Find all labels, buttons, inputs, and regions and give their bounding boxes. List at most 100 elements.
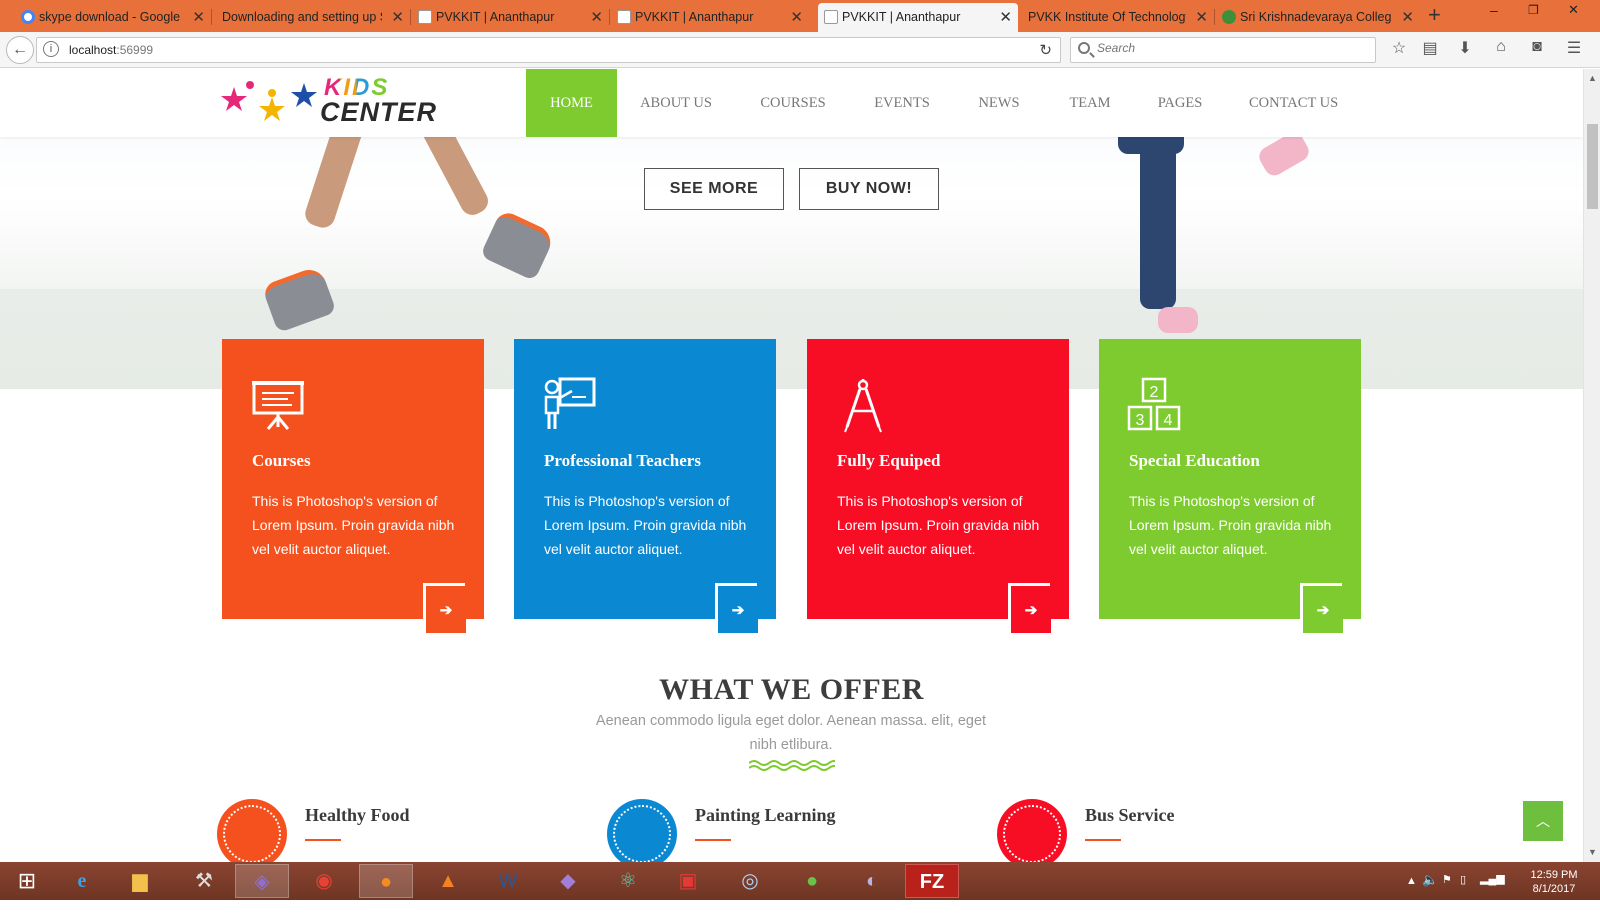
presentation-board-icon: [252, 381, 304, 430]
taskbar-clock[interactable]: 12:59 PM 8/1/2017: [1524, 868, 1584, 896]
scroll-to-top-button[interactable]: ︿: [1523, 801, 1563, 841]
clock-date: 8/1/2017: [1532, 883, 1576, 895]
food-icon: [217, 799, 287, 862]
close-icon[interactable]: ✕: [1401, 3, 1414, 32]
new-tab-button[interactable]: +: [1428, 2, 1441, 28]
scroll-down-arrow-icon[interactable]: ▼: [1588, 847, 1597, 857]
menu-contact-us[interactable]: CONTACT US: [1249, 69, 1338, 137]
offer-underline: [305, 839, 341, 841]
close-icon[interactable]: ✕: [192, 3, 205, 32]
visual-studio-icon[interactable]: ◈: [235, 864, 289, 898]
chrome-icon[interactable]: ◉: [297, 864, 351, 898]
feature-text: This is Photoshop's version of Lorem Ips…: [1129, 493, 1332, 557]
page-scrollbar[interactable]: ▲ ▼: [1583, 69, 1600, 862]
search-icon: [1078, 42, 1090, 54]
green-orb-icon[interactable]: ●: [785, 864, 839, 898]
tab-skype-download[interactable]: skype download - Google ✕: [15, 3, 211, 32]
menu-home[interactable]: HOME: [526, 69, 617, 137]
search-input[interactable]: [1097, 41, 1357, 55]
battery-icon[interactable]: ▯: [1460, 873, 1466, 911]
feature-text: This is Photoshop's version of Lorem Ips…: [252, 493, 455, 557]
visual-studio-code-icon[interactable]: ◆: [541, 864, 595, 898]
windows-start-icon[interactable]: ⊞: [0, 864, 54, 898]
flag-icon[interactable]: ⚑: [1442, 873, 1452, 911]
feature-text: This is Photoshop's version of Lorem Ips…: [544, 493, 747, 557]
menu-team[interactable]: TEAM: [1068, 69, 1112, 137]
close-icon[interactable]: ✕: [1195, 3, 1208, 32]
feature-card-fully-equiped: Fully Equiped This is Photoshop's versio…: [807, 339, 1069, 633]
arrow-right-icon[interactable]: ➔: [1011, 586, 1051, 633]
svg-text:4: 4: [1164, 412, 1173, 429]
tab-pvkk-institute[interactable]: PVKK Institute Of Technology ✕: [1018, 3, 1214, 32]
tab-pvkkit-1[interactable]: PVKKIT | Ananthapur ✕: [412, 3, 609, 32]
close-icon[interactable]: ✕: [790, 3, 803, 32]
paint-icon: [607, 799, 677, 862]
url-text[interactable]: localhost:56999: [69, 43, 153, 57]
tray-chevron-up-icon[interactable]: ▲: [1406, 875, 1417, 913]
close-icon[interactable]: ✕: [391, 3, 404, 32]
buy-now-button[interactable]: BUY NOW!: [799, 168, 939, 210]
svg-text:2: 2: [1150, 384, 1159, 401]
restore-icon[interactable]: ❐: [1528, 3, 1539, 17]
tab-sri-krishnadevaraya[interactable]: Sri Krishnadevaraya Colleg ✕: [1216, 3, 1420, 32]
offer-title: Healthy Food: [305, 805, 410, 825]
video-recorder-icon[interactable]: ▣: [661, 864, 715, 898]
emblem-icon: [1222, 10, 1236, 24]
filezilla-icon[interactable]: FZ: [905, 864, 959, 898]
network-signal-icon[interactable]: ▂▄▆: [1480, 872, 1505, 910]
site-header: KIDS CENTER HOME ABOUT US COURSES EVENTS…: [0, 69, 1583, 137]
menu-events[interactable]: EVENTS: [873, 69, 931, 137]
offer-item-bus-service[interactable]: Bus Service: [997, 797, 1317, 862]
reload-icon[interactable]: ↻: [1039, 41, 1052, 59]
clock-time: 12:59 PM: [1530, 869, 1578, 881]
internet-explorer-icon[interactable]: e: [55, 864, 109, 898]
menu-news[interactable]: NEWS: [977, 69, 1021, 137]
tab-skype-setup[interactable]: Downloading and setting up Sk ✕: [212, 3, 410, 32]
arrow-right-icon[interactable]: ➔: [426, 586, 466, 633]
home-icon[interactable]: ⌂: [1490, 38, 1512, 56]
close-icon[interactable]: ✕: [590, 3, 603, 32]
close-icon[interactable]: ✕: [999, 3, 1012, 32]
stars-logo-icon: [221, 81, 317, 121]
media-player-icon[interactable]: ◎: [723, 864, 777, 898]
teacher-icon: [544, 377, 596, 429]
feature-card-special-education: 2 3 4 Special Education This is Photosho…: [1099, 339, 1361, 633]
eclipse-icon[interactable]: ◐: [845, 864, 899, 898]
back-arrow-icon[interactable]: ←: [6, 36, 34, 64]
svg-text:3: 3: [1136, 412, 1145, 429]
file-explorer-icon[interactable]: ▆: [113, 864, 167, 898]
tab-pvkkit-active[interactable]: PVKKIT | Ananthapur ✕: [818, 3, 1018, 32]
wave-divider-icon: [749, 760, 835, 771]
minimize-icon[interactable]: –: [1490, 2, 1498, 18]
tab-label: PVKKIT | Ananthapur: [436, 10, 555, 24]
word-icon[interactable]: W: [481, 864, 535, 898]
download-arrow-icon[interactable]: ⬇: [1454, 38, 1476, 58]
pocket-icon[interactable]: ◙: [1526, 38, 1548, 56]
reading-list-icon[interactable]: ▤: [1419, 38, 1441, 58]
close-window-icon[interactable]: ✕: [1568, 2, 1579, 18]
atom-icon[interactable]: ⚛: [601, 864, 655, 898]
arrow-right-icon[interactable]: ➔: [1303, 586, 1343, 633]
arrow-right-icon[interactable]: ➔: [718, 586, 758, 633]
bookmark-star-icon[interactable]: ☆: [1388, 38, 1410, 58]
info-icon[interactable]: i: [43, 41, 59, 57]
menu-about-us[interactable]: ABOUT US: [640, 69, 712, 137]
see-more-button[interactable]: SEE MORE: [644, 168, 784, 210]
vlc-icon[interactable]: ▲: [421, 864, 475, 898]
scrollbar-thumb[interactable]: [1587, 124, 1598, 209]
search-box[interactable]: [1070, 37, 1376, 63]
offer-item-healthy-food[interactable]: Healthy Food: [217, 797, 537, 862]
kids-center-logo[interactable]: KIDS CENTER: [220, 73, 450, 133]
address-bar[interactable]: i localhost:56999 ↻: [36, 37, 1061, 63]
offer-item-painting-learning[interactable]: Painting Learning: [607, 797, 927, 862]
number-blocks-icon: 2 3 4: [1127, 377, 1181, 431]
tools-icon[interactable]: ⚒: [177, 864, 231, 898]
menu-hamburger-icon[interactable]: ☰: [1563, 38, 1585, 58]
speaker-icon[interactable]: 🔈: [1422, 872, 1438, 910]
scroll-up-arrow-icon[interactable]: ▲: [1588, 73, 1597, 83]
menu-courses[interactable]: COURSES: [760, 69, 826, 137]
tab-pvkkit-2[interactable]: PVKKIT | Ananthapur ✕: [611, 3, 809, 32]
firefox-icon[interactable]: ●: [359, 864, 413, 898]
menu-pages[interactable]: PAGES: [1157, 69, 1203, 137]
feature-text: This is Photoshop's version of Lorem Ips…: [837, 493, 1040, 557]
